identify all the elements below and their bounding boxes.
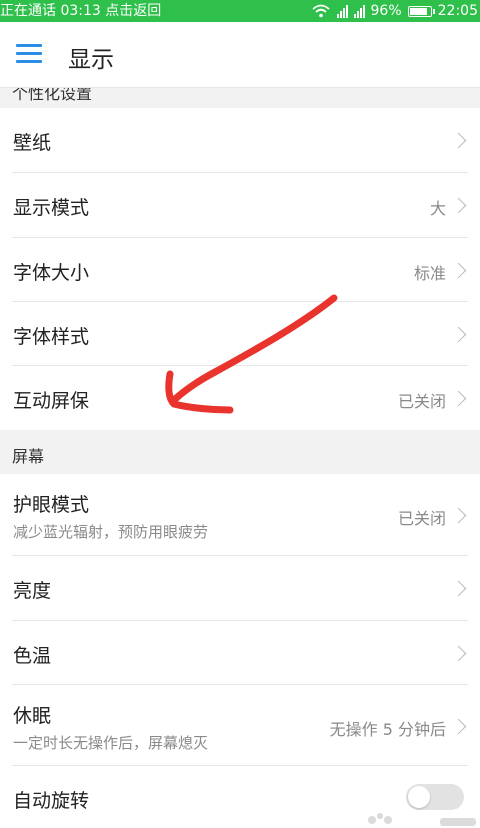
chevron-right-icon [450, 197, 467, 214]
list-item-label: 显示模式 [13, 197, 90, 219]
hamburger-menu-icon[interactable] [16, 44, 42, 64]
app-bar: 显示 [0, 22, 480, 88]
screen-list: 护眼模式 减少蓝光辐射，预防用眼疲劳 已关闭 亮度 色温 休眠 一定时长无操作后… [0, 474, 480, 828]
list-item-color-temperature[interactable]: 色温 [0, 621, 480, 685]
clock: 22:05 [437, 3, 478, 19]
list-item-label: 互动屏保 [13, 390, 90, 412]
list-item-label: 壁纸 [13, 132, 52, 154]
list-item-sleep[interactable]: 休眠 一定时长无操作后，屏幕熄灭 无操作 5 分钟后 [0, 685, 480, 766]
list-item-label: 亮度 [13, 580, 52, 602]
list-item-brightness[interactable]: 亮度 [0, 556, 480, 621]
section-header-label: 个性化设置 [12, 88, 93, 103]
list-item-value: 无操作 5 分钟后 [329, 720, 446, 739]
chevron-right-icon [450, 390, 467, 407]
battery-percent: 96% [370, 3, 402, 19]
chevron-right-icon [450, 326, 467, 343]
list-item-label: 色温 [13, 645, 52, 667]
chevron-right-icon [450, 645, 467, 662]
list-item-label: 字体大小 [13, 262, 90, 284]
section-header-label: 屏幕 [12, 447, 45, 466]
list-item-interactive-screensaver[interactable]: 互动屏保 已关闭 [0, 366, 480, 431]
status-bar: 正在通话 03:13 点击返回 96% 22:05 [0, 0, 480, 22]
list-item-value: 大 [429, 199, 446, 218]
watermark-logo-icon [368, 813, 476, 826]
list-item-label: 护眼模式 [13, 494, 90, 516]
status-icons: 96% 22:05 [311, 0, 480, 22]
list-item-font-size[interactable]: 字体大小 标准 [0, 238, 480, 302]
wifi-icon [311, 4, 330, 18]
signal-icon-2 [353, 4, 365, 18]
personalization-list: 壁纸 显示模式 大 字体大小 标准 字体样式 互动屏保 已关闭 [0, 108, 480, 431]
section-header-screen: 屏幕 [0, 430, 480, 474]
chevron-right-icon [450, 507, 467, 524]
toggle-knob [408, 786, 430, 808]
battery-icon [407, 5, 435, 17]
auto-rotate-toggle[interactable] [406, 784, 464, 810]
page-title: 显示 [68, 47, 114, 73]
chevron-right-icon [450, 718, 467, 735]
list-item-subtitle: 减少蓝光辐射，预防用眼疲劳 [13, 523, 209, 541]
chevron-right-icon [450, 132, 467, 149]
call-status-text[interactable]: 正在通话 03:13 点击返回 [0, 0, 161, 22]
list-item-display-mode[interactable]: 显示模式 大 [0, 173, 480, 238]
battery-fill [409, 7, 427, 15]
list-item-eye-care[interactable]: 护眼模式 减少蓝光辐射，预防用眼疲劳 已关闭 [0, 474, 480, 556]
list-item-font-style[interactable]: 字体样式 [0, 302, 480, 366]
list-item-subtitle: 一定时长无操作后，屏幕熄灭 [13, 734, 209, 752]
signal-icon [336, 4, 348, 18]
chevron-right-icon [450, 262, 467, 279]
list-item-wallpaper[interactable]: 壁纸 [0, 108, 480, 173]
list-item-label: 自动旋转 [13, 790, 90, 812]
chevron-right-icon [450, 580, 467, 597]
list-item-value: 标准 [413, 264, 446, 283]
section-header-personalization: 个性化设置 [0, 88, 480, 108]
list-item-value: 已关闭 [397, 392, 446, 411]
list-item-value: 已关闭 [397, 509, 446, 528]
list-item-label: 休眠 [13, 705, 52, 727]
list-item-label: 字体样式 [13, 326, 90, 348]
